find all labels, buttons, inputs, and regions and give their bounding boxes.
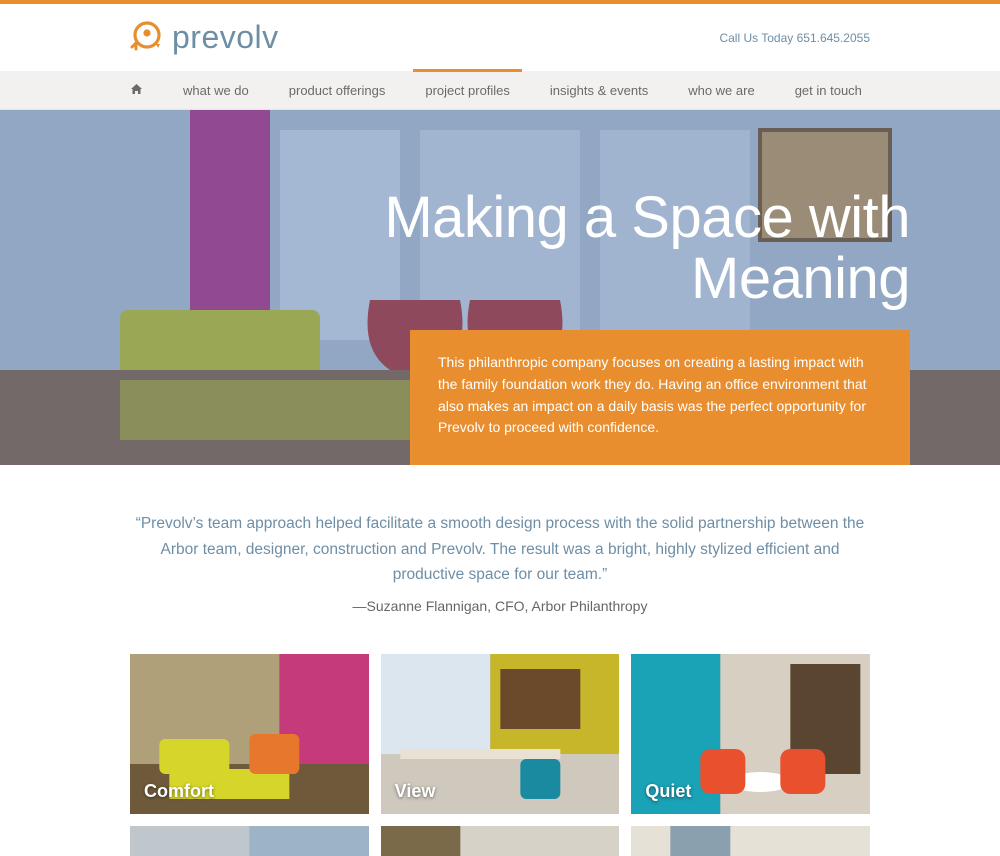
main-nav: what we do product offerings project pro…	[0, 71, 1000, 110]
hero-section: Making a Space with Meaning This philant…	[0, 110, 1000, 465]
nav-insights-events[interactable]: insights & events	[550, 72, 648, 109]
brand-logo[interactable]: prevolv	[130, 18, 279, 57]
call-us-text: Call Us Today 651.645.2055	[719, 31, 870, 45]
nav-what-we-do[interactable]: what we do	[183, 72, 249, 109]
tile-caption: Quiet	[645, 781, 691, 802]
tile-caption: View	[395, 781, 436, 802]
logo-mark-icon	[130, 18, 164, 57]
hero-title: Making a Space with Meaning	[384, 188, 910, 310]
testimonial-quote: “Prevolv’s team approach helped facilita…	[130, 511, 870, 588]
hero-description-text: This philanthropic company focuses on cr…	[438, 354, 867, 435]
testimonial-section: “Prevolv’s team approach helped facilita…	[0, 465, 1000, 644]
nav-project-profiles[interactable]: project profiles	[425, 72, 510, 109]
hero-description-box: This philanthropic company focuses on cr…	[410, 330, 910, 465]
testimonial-attribution: —Suzanne Flannigan, CFO, Arbor Philanthr…	[130, 598, 870, 614]
gallery-row-2	[0, 814, 1000, 856]
tile-caption: Comfort	[144, 781, 214, 802]
phone-number[interactable]: 651.645.2055	[797, 31, 870, 45]
gallery-row: Comfort View Quiet	[0, 644, 1000, 814]
brand-name: prevolv	[172, 19, 279, 56]
gallery-tile-partial-3[interactable]	[631, 826, 870, 856]
gallery-tile-view[interactable]: View	[381, 654, 620, 814]
nav-home[interactable]	[130, 72, 143, 109]
gallery-tile-quiet[interactable]: Quiet	[631, 654, 870, 814]
home-icon	[130, 83, 143, 98]
gallery-tile-comfort[interactable]: Comfort	[130, 654, 369, 814]
nav-who-we-are[interactable]: who we are	[688, 72, 754, 109]
nav-product-offerings[interactable]: product offerings	[289, 72, 386, 109]
site-header: prevolv Call Us Today 651.645.2055	[0, 4, 1000, 71]
gallery-tile-partial-1[interactable]	[130, 826, 369, 856]
gallery-tile-partial-2[interactable]	[381, 826, 620, 856]
nav-get-in-touch[interactable]: get in touch	[795, 72, 862, 109]
